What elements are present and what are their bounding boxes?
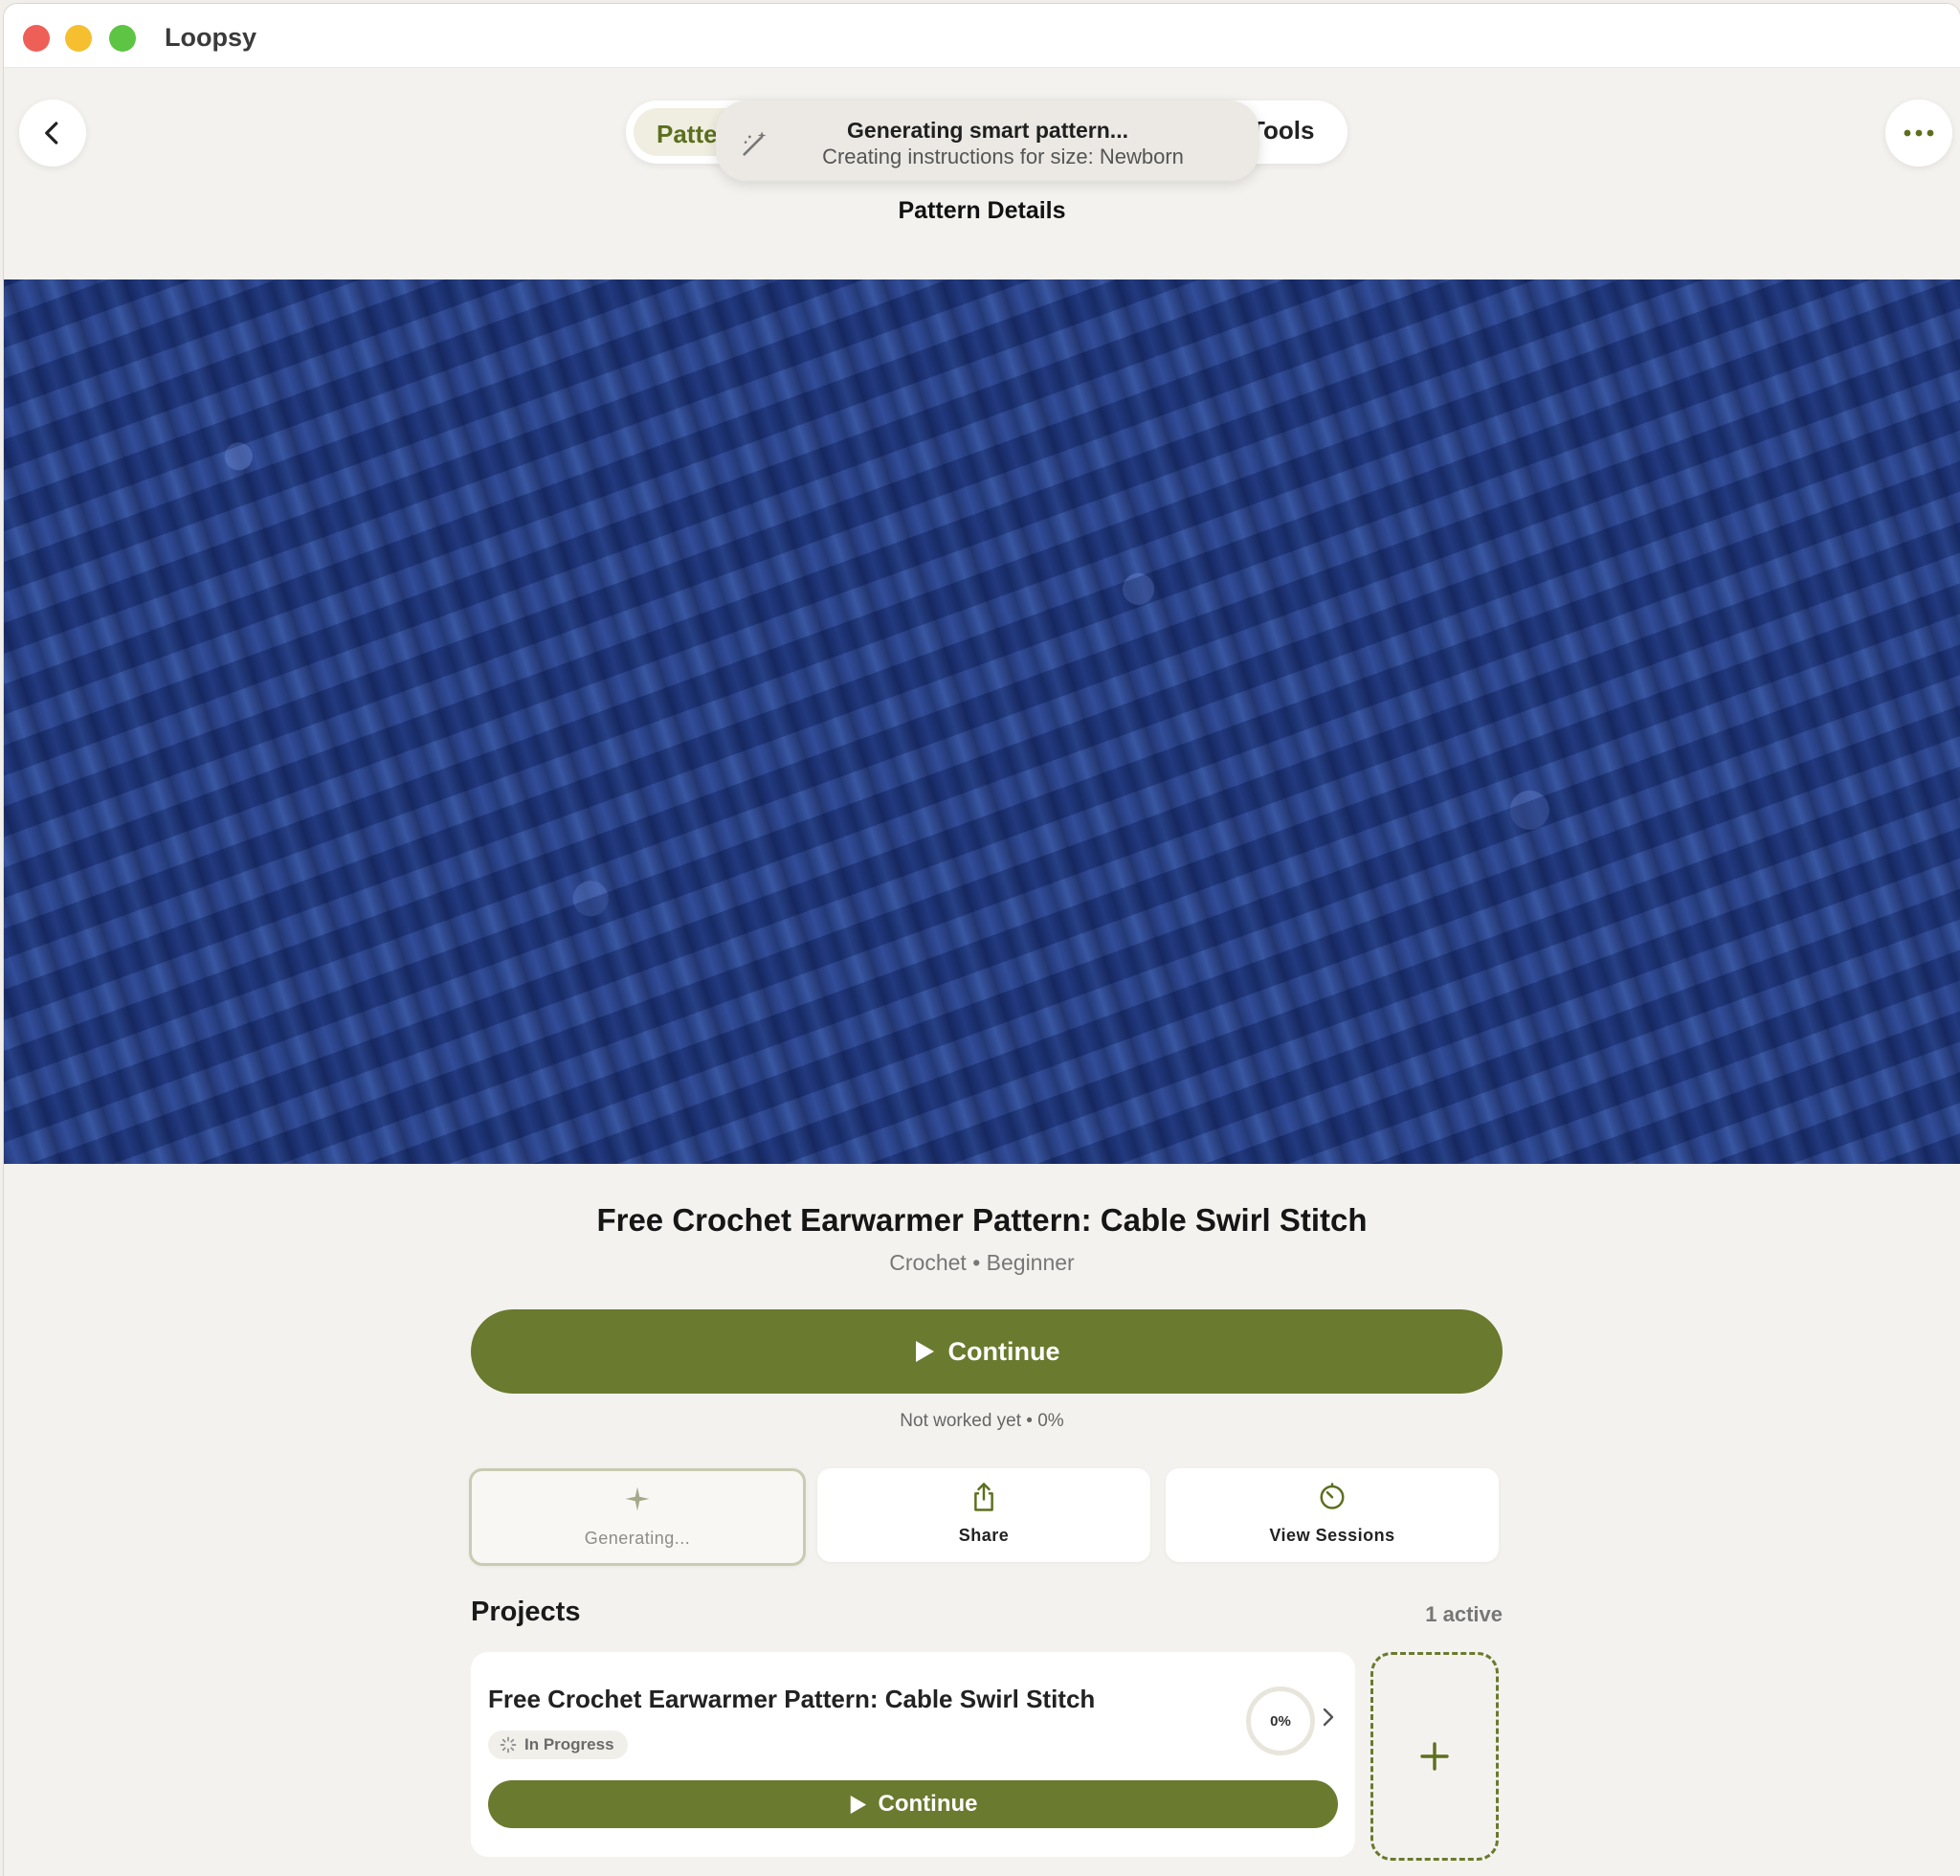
close-window-button[interactable] [23, 25, 50, 52]
zoom-window-button[interactable] [109, 25, 136, 52]
play-icon [850, 1795, 866, 1814]
toast-subtitle: Creating instructions for size: Newborn [822, 145, 1184, 168]
generate-label: Generating... [584, 1529, 691, 1548]
projects-heading: Projects [471, 1597, 581, 1627]
project-title: Free Crochet Earwarmer Pattern: Cable Sw… [488, 1685, 1096, 1713]
projects-count: 1 active [1425, 1602, 1503, 1626]
project-card[interactable]: Free Crochet Earwarmer Pattern: Cable Sw… [471, 1652, 1355, 1857]
add-project-button[interactable] [1370, 1652, 1499, 1861]
app-title: Loopsy [165, 23, 257, 52]
pattern-meta: Crochet • Beginner [889, 1250, 1075, 1275]
share-button[interactable]: Share [817, 1468, 1150, 1562]
generation-toast: Generating smart pattern... Creating ins… [716, 100, 1259, 181]
page-title: Pattern Details [898, 197, 1066, 224]
timer-icon [1320, 1483, 1345, 1509]
tab-tools[interactable]: Tools [1250, 116, 1314, 145]
pattern-title: Free Crochet Earwarmer Pattern: Cable Sw… [596, 1202, 1368, 1238]
share-icon [974, 1483, 993, 1511]
share-label: Share [958, 1526, 1010, 1545]
more-options-button[interactable] [1885, 100, 1952, 167]
chevron-right-icon[interactable] [1321, 1706, 1336, 1729]
spinner-icon [500, 1736, 517, 1753]
plus-icon [1420, 1742, 1449, 1771]
tab-pattern-label: Patte [657, 120, 718, 148]
titlebar: Loopsy [4, 4, 1960, 68]
ellipsis-icon [1904, 129, 1934, 137]
back-button[interactable] [19, 100, 86, 167]
progress-ring-label: 0% [1270, 1712, 1291, 1730]
progress-ring: 0% [1246, 1686, 1315, 1755]
project-continue-button[interactable]: Continue [488, 1780, 1338, 1828]
continue-button[interactable]: Continue [471, 1309, 1503, 1394]
project-continue-label: Continue [878, 1791, 978, 1817]
toast-title: Generating smart pattern... [847, 118, 1128, 143]
status-badge: In Progress [488, 1731, 628, 1759]
app-window: Loopsy Patte Tools Generating smart patt… [4, 4, 1960, 1876]
view-sessions-label: View Sessions [1269, 1526, 1395, 1545]
play-icon [915, 1341, 934, 1362]
generate-pattern-button[interactable]: Generating... [469, 1468, 806, 1566]
continue-button-label: Continue [947, 1336, 1060, 1366]
pattern-cover-image [4, 279, 1960, 1164]
minimize-window-button[interactable] [65, 25, 92, 52]
view-sessions-button[interactable]: View Sessions [1166, 1468, 1499, 1562]
sparkle-icon [625, 1486, 650, 1511]
status-label: In Progress [524, 1735, 614, 1753]
pattern-progress-text: Not worked yet • 0% [900, 1411, 1064, 1431]
chevron-left-icon [45, 122, 58, 145]
